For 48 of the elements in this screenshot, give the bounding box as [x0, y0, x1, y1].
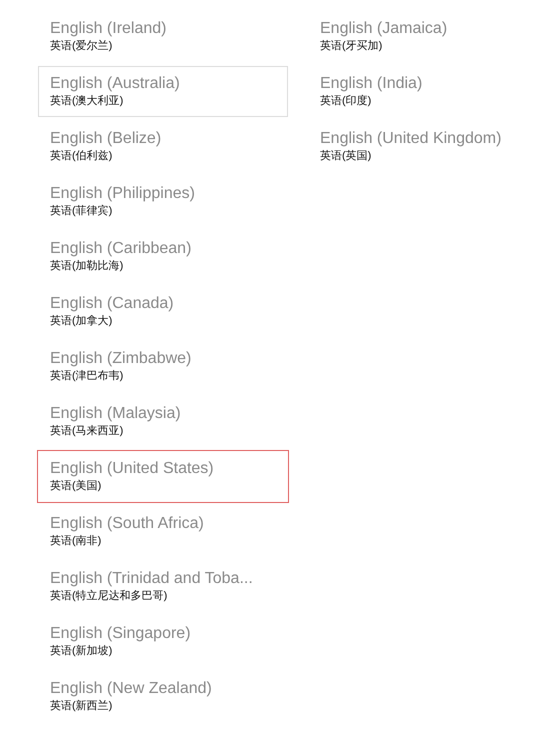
language-name: English (Malaysia) [50, 404, 182, 424]
language-native-name: 英语(特立尼达和多巴哥) [50, 589, 168, 604]
language-name: English (South Africa) [50, 514, 205, 534]
language-item[interactable]: English (Jamaica) 英语(牙买加) [308, 11, 550, 62]
language-name: English (Belize) [50, 129, 162, 149]
language-name: English (New Zealand) [50, 679, 213, 699]
language-name: English (Canada) [50, 294, 175, 314]
language-native-name: 英语(马来西亚) [50, 424, 124, 439]
language-native-name: 英语(菲律宾) [50, 204, 114, 219]
language-name: English (Trinidad and Toba... [50, 569, 254, 589]
language-name: English (Zimbabwe) [50, 349, 192, 369]
language-name: English (Australia) [50, 74, 181, 94]
language-native-name: 英语(澳大利亚) [50, 94, 124, 109]
language-item[interactable]: English (South Africa) 英语(南非) [38, 506, 288, 557]
language-name: English (Philippines) [50, 184, 196, 204]
language-name: English (United States) [50, 459, 215, 479]
language-native-name: 英语(牙买加) [320, 39, 384, 54]
language-name: English (Ireland) [50, 19, 168, 39]
language-native-name: 英语(英国) [320, 149, 372, 164]
language-item[interactable]: English (Singapore) 英语(新加坡) [38, 616, 288, 667]
language-native-name: 英语(印度) [320, 94, 372, 109]
language-item[interactable]: English (Belize) 英语(伯利兹) [38, 121, 288, 172]
language-item[interactable]: English (Zimbabwe) 英语(津巴布韦) [38, 341, 288, 392]
language-item[interactable]: English (India) 英语(印度) [308, 66, 550, 117]
language-name: English (Singapore) [50, 624, 192, 644]
language-native-name: 英语(南非) [50, 534, 102, 549]
language-item[interactable]: English (Canada) 英语(加拿大) [38, 286, 288, 337]
language-item[interactable]: English (New Zealand) 英语(新西兰) [38, 671, 288, 722]
language-name: English (India) [320, 74, 424, 94]
language-item[interactable]: English (Malaysia) 英语(马来西亚) [38, 396, 288, 447]
language-native-name: 英语(津巴布韦) [50, 369, 124, 384]
language-name: English (United Kingdom) [320, 129, 502, 149]
language-name: English (Jamaica) [320, 19, 448, 39]
language-name: English (Caribbean) [50, 239, 192, 259]
language-native-name: 英语(爱尔兰) [50, 39, 114, 54]
language-item[interactable]: English (United Kingdom) 英语(英国) [308, 121, 550, 172]
language-native-name: 英语(美国) [50, 479, 102, 494]
language-native-name: 英语(伯利兹) [50, 149, 114, 164]
language-item[interactable]: English (Trinidad and Toba... 英语(特立尼达和多巴哥) [38, 561, 288, 612]
language-native-name: 英语(新加坡) [50, 644, 114, 659]
language-item[interactable]: English (Australia) 英语(澳大利亚) [38, 66, 288, 117]
language-native-name: 英语(新西兰) [50, 699, 114, 714]
language-item[interactable]: English (United States) 英语(美国) [38, 451, 288, 502]
language-item[interactable]: English (Ireland) 英语(爱尔兰) [38, 11, 288, 62]
language-item[interactable]: English (Caribbean) 英语(加勒比海) [38, 231, 288, 282]
language-native-name: 英语(加拿大) [50, 314, 114, 329]
language-item[interactable]: English (Philippines) 英语(菲律宾) [38, 176, 288, 227]
language-native-name: 英语(加勒比海) [50, 259, 124, 274]
